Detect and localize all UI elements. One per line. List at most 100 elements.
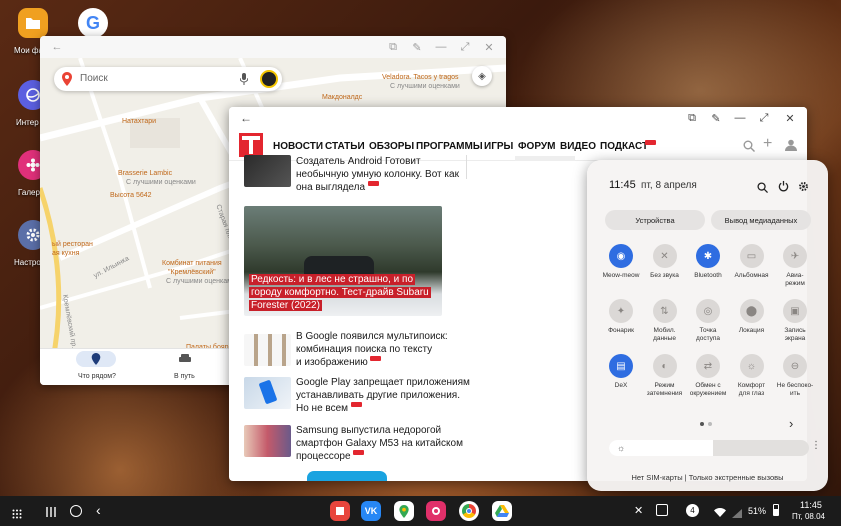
nav-programs[interactable]: ПРОГРАММЫ (416, 141, 483, 152)
back-icon[interactable]: ← (50, 40, 64, 54)
search-icon[interactable] (757, 180, 768, 198)
tab-nearby-label: Что рядом? (78, 373, 116, 380)
map-place-label[interactable]: ая кухня (52, 250, 79, 257)
devices-button[interactable]: Устройства (605, 210, 705, 230)
app-camera-icon[interactable] (426, 501, 446, 521)
user-avatar[interactable] (260, 70, 278, 88)
tab-go-label[interactable]: В путь (174, 373, 195, 380)
maximize-icon[interactable]: ⤢ (458, 40, 472, 54)
map-place-label[interactable]: Veladora. Tacos y tragos (382, 74, 459, 81)
page-dot-active (700, 422, 704, 426)
back-icon[interactable]: ← (239, 111, 253, 125)
tile-label: Точка доступа (695, 327, 721, 342)
apps-grid-icon[interactable] (12, 506, 22, 524)
tile-dex[interactable]: ▤ (609, 354, 633, 378)
sim-status: Нет SIM-карты | Только экстренные вызовы (631, 473, 784, 482)
screenshot-icon[interactable] (656, 504, 668, 516)
map-place-label[interactable]: Натахтари (122, 118, 156, 125)
media-output-button[interactable]: Вывод медиаданных (711, 210, 811, 230)
search-icon[interactable] (743, 139, 755, 152)
tile-dark-mode[interactable]: ◐ (652, 354, 677, 378)
brightness-slider[interactable]: ☼ (609, 440, 809, 456)
article-thumbnail[interactable] (244, 377, 291, 409)
more-options-icon[interactable]: ⋮ (811, 440, 821, 451)
app-maps-icon[interactable] (394, 501, 414, 521)
split-icon[interactable]: ⧉ (386, 40, 400, 54)
site-logo-icon[interactable] (239, 133, 263, 157)
user-icon[interactable] (785, 138, 797, 151)
back-nav-icon[interactable]: ‹ (96, 502, 101, 518)
tile-rotate[interactable]: ▭ (739, 244, 764, 268)
gear-icon[interactable] (798, 179, 809, 197)
nav-video[interactable]: ВИДЕО (560, 141, 596, 152)
map-place-label[interactable]: "Кремлёвский" (168, 269, 216, 276)
nav-games[interactable]: ИГРЫ (484, 141, 513, 152)
car-icon[interactable] (178, 354, 192, 364)
app-drive-icon[interactable] (492, 501, 512, 521)
pin-icon[interactable]: ✎ (410, 40, 424, 54)
browser-titlebar: ← ⧉ ✎ — ⤢ ✕ (229, 107, 807, 129)
add-icon[interactable]: + (763, 135, 772, 153)
battery-percent: 51% (748, 506, 767, 516)
minimize-icon[interactable]: — (434, 40, 448, 54)
article-title[interactable]: Samsung выпустила недорогой смартфон Gal… (296, 424, 463, 463)
nav-news[interactable]: НОВОСТИ (273, 141, 323, 152)
mute-icon: ✕ (660, 250, 669, 262)
split-icon[interactable]: ⧉ (685, 111, 699, 125)
map-place-label[interactable]: Комбинат питания (162, 260, 222, 267)
minimize-icon[interactable]: — (733, 111, 747, 125)
layers-icon[interactable]: ◈ (472, 66, 492, 86)
tile-screen-record[interactable]: ▣ (783, 299, 807, 323)
my-files-icon[interactable] (18, 8, 48, 38)
load-more-button[interactable] (307, 471, 387, 481)
tile-flashlight[interactable]: ✦ (609, 299, 633, 323)
app-flipboard-icon[interactable] (330, 501, 350, 521)
article-title[interactable]: В Google появился мультипоиск: комбинаци… (296, 330, 448, 369)
tile-mobile-data[interactable]: ⇅ (652, 299, 677, 323)
article-thumbnail[interactable] (244, 155, 291, 187)
close-icon[interactable]: ✕ (482, 40, 496, 54)
map-place-label[interactable]: Макдоналдс (322, 94, 362, 101)
tile-location[interactable]: ⬤ (739, 299, 764, 323)
article-title[interactable]: Google Play запрещает приложениям устана… (296, 376, 470, 415)
nav-podcast[interactable]: ПОДКАСТ (600, 141, 648, 152)
mobile-data-icon: ⇅ (660, 305, 669, 317)
maximize-icon[interactable]: ⤢ (757, 111, 771, 125)
featured-article-caption[interactable]: Редкость: и в лес не страшно, и по город… (249, 273, 441, 312)
app-vk-icon[interactable]: VK (361, 501, 381, 521)
tile-bluetooth[interactable]: ✱ (696, 244, 720, 268)
tile-eye-comfort[interactable]: ☼ (739, 354, 764, 378)
notification-count[interactable]: 4 (686, 504, 699, 517)
tile-mute[interactable]: ✕ (652, 244, 677, 268)
map-place-label[interactable]: Высота 5642 (110, 192, 152, 199)
pin-icon[interactable]: ✎ (709, 111, 723, 125)
recents-icon[interactable] (46, 505, 56, 523)
power-icon[interactable] (778, 179, 789, 197)
tile-label: Фонарик (608, 327, 634, 334)
article-thumbnail[interactable] (244, 425, 291, 457)
tile-wifi[interactable]: ◉ (609, 244, 633, 268)
nav-articles[interactable]: СТАТЬИ (325, 141, 365, 152)
home-icon[interactable] (70, 505, 82, 517)
google-icon[interactable]: G (78, 8, 108, 38)
mute-icon[interactable]: ✕ (634, 504, 643, 517)
close-icon[interactable]: ✕ (783, 111, 797, 125)
app-chrome-icon[interactable] (459, 501, 479, 521)
map-place-label[interactable]: Brasserie Lambic (118, 170, 172, 177)
tile-nearby-share[interactable]: ⇄ (696, 354, 720, 378)
map-search-bar[interactable]: Поиск (54, 67, 282, 91)
tile-do-not-disturb[interactable]: ⊖ (783, 354, 807, 378)
dark-mode-icon: ◐ (661, 360, 668, 372)
tile-hotspot[interactable]: ◎ (696, 299, 720, 323)
wifi-icon (714, 504, 726, 522)
chevron-right-icon[interactable]: › (789, 416, 793, 431)
mic-icon[interactable] (240, 73, 248, 85)
hotspot-icon: ◎ (703, 305, 713, 317)
article-title[interactable]: Создатель Android Готовит необычную умну… (296, 155, 459, 194)
tile-label: Обмен с окружением (689, 382, 727, 397)
map-place-label[interactable]: ый ресторан (52, 241, 93, 248)
nav-reviews[interactable]: ОБЗОРЫ (369, 141, 414, 152)
article-thumbnail[interactable] (244, 334, 291, 366)
nav-forum[interactable]: ФОРУМ (518, 141, 555, 152)
tile-airplane[interactable]: ✈ (783, 244, 807, 268)
